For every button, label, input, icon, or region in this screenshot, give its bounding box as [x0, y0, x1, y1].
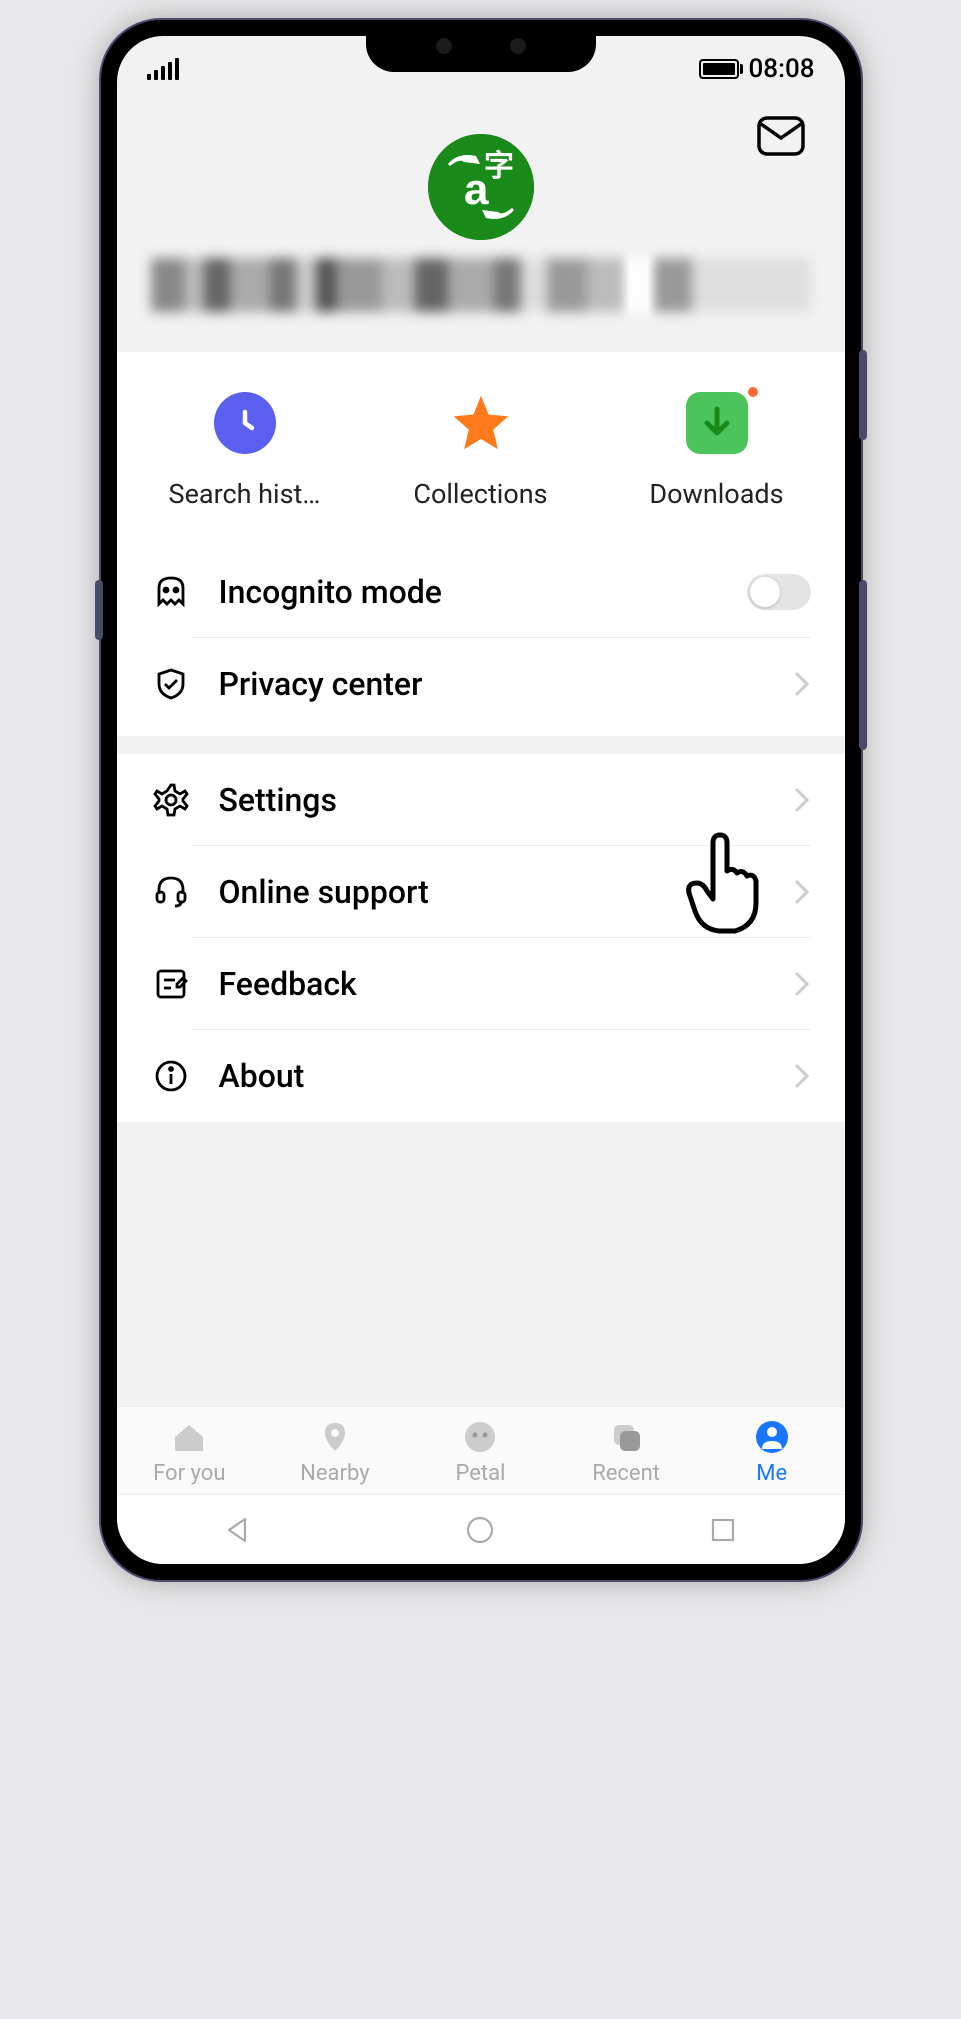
search-history-label: Search hist… — [127, 478, 363, 510]
feedback-label: Feedback — [219, 965, 793, 1003]
quick-actions-card: Search hist… Collections Downloads — [117, 352, 845, 736]
phone-frame: 08:08 a 字 — [101, 20, 861, 1580]
phone-left-button — [95, 580, 103, 640]
chevron-right-icon — [793, 670, 811, 698]
ghost-icon — [151, 572, 191, 612]
privacy-center-row[interactable]: Privacy center — [117, 638, 845, 730]
phone-notch — [366, 20, 596, 72]
downloads-label: Downloads — [599, 478, 835, 510]
chevron-right-icon — [793, 878, 811, 906]
chevron-right-icon — [793, 970, 811, 998]
incognito-toggle[interactable] — [747, 574, 811, 610]
battery-icon — [699, 59, 739, 79]
about-label: About — [219, 1057, 793, 1095]
tab-petal-label: Petal — [456, 1461, 506, 1486]
content-area: Search hist… Collections Downloads — [117, 352, 845, 1406]
nav-recent-button[interactable] — [705, 1512, 741, 1548]
person-icon — [752, 1417, 792, 1457]
shield-icon — [151, 664, 191, 704]
pin-icon — [315, 1417, 355, 1457]
tab-recent-label: Recent — [592, 1461, 660, 1486]
recent-icon — [606, 1417, 646, 1457]
phone-screen: 08:08 a 字 — [117, 36, 845, 1564]
tab-foryou[interactable]: For you — [117, 1417, 263, 1486]
tab-nearby[interactable]: Nearby — [262, 1417, 408, 1486]
downloads-button[interactable]: Downloads — [599, 392, 835, 510]
gear-icon — [151, 780, 191, 820]
collections-label: Collections — [363, 478, 599, 510]
tab-foryou-label: For you — [153, 1461, 225, 1486]
chevron-right-icon — [793, 1062, 811, 1090]
phone-volume-button — [859, 580, 867, 750]
settings-label: Settings — [219, 781, 793, 819]
bottom-tab-bar: For you Nearby Petal Recent — [117, 1406, 845, 1494]
info-icon — [151, 1056, 191, 1096]
incognito-row[interactable]: Incognito mode — [117, 546, 845, 638]
collections-button[interactable]: Collections — [363, 392, 599, 510]
privacy-center-label: Privacy center — [219, 665, 793, 703]
petal-icon — [460, 1417, 500, 1457]
online-support-row[interactable]: Online support — [117, 846, 845, 938]
tab-recent[interactable]: Recent — [553, 1417, 699, 1486]
headset-icon — [151, 872, 191, 912]
mail-button[interactable] — [757, 116, 805, 160]
system-nav-bar — [117, 1494, 845, 1564]
phone-side-button — [859, 350, 867, 440]
incognito-label: Incognito mode — [219, 573, 747, 611]
tab-me-label: Me — [756, 1461, 787, 1486]
about-row[interactable]: About — [117, 1030, 845, 1122]
signal-icon — [147, 58, 179, 80]
section-gap — [117, 736, 845, 754]
star-icon — [450, 392, 512, 454]
mail-icon — [757, 116, 805, 156]
home-icon — [169, 1417, 209, 1457]
svg-text:字: 字 — [484, 149, 514, 183]
nav-back-button[interactable] — [220, 1512, 256, 1548]
username-redacted — [151, 258, 811, 312]
feedback-icon — [151, 964, 191, 1004]
download-icon — [686, 392, 748, 454]
nav-home-button[interactable] — [462, 1512, 498, 1548]
profile-header: a 字 — [117, 94, 845, 352]
menu-group-2: Settings Online support Feedback — [117, 754, 845, 1122]
online-support-label: Online support — [219, 873, 793, 911]
status-time: 08:08 — [749, 54, 815, 84]
search-history-button[interactable]: Search hist… — [127, 392, 363, 510]
clock-icon — [214, 392, 276, 454]
tab-nearby-label: Nearby — [300, 1461, 369, 1486]
tab-petal[interactable]: Petal — [408, 1417, 554, 1486]
tab-me[interactable]: Me — [699, 1417, 845, 1486]
avatar-icon: a 字 — [428, 134, 534, 240]
chevron-right-icon — [793, 786, 811, 814]
settings-row[interactable]: Settings — [117, 754, 845, 846]
menu-group-1: Incognito mode Privacy center — [117, 546, 845, 736]
feedback-row[interactable]: Feedback — [117, 938, 845, 1030]
avatar[interactable]: a 字 — [428, 134, 534, 240]
